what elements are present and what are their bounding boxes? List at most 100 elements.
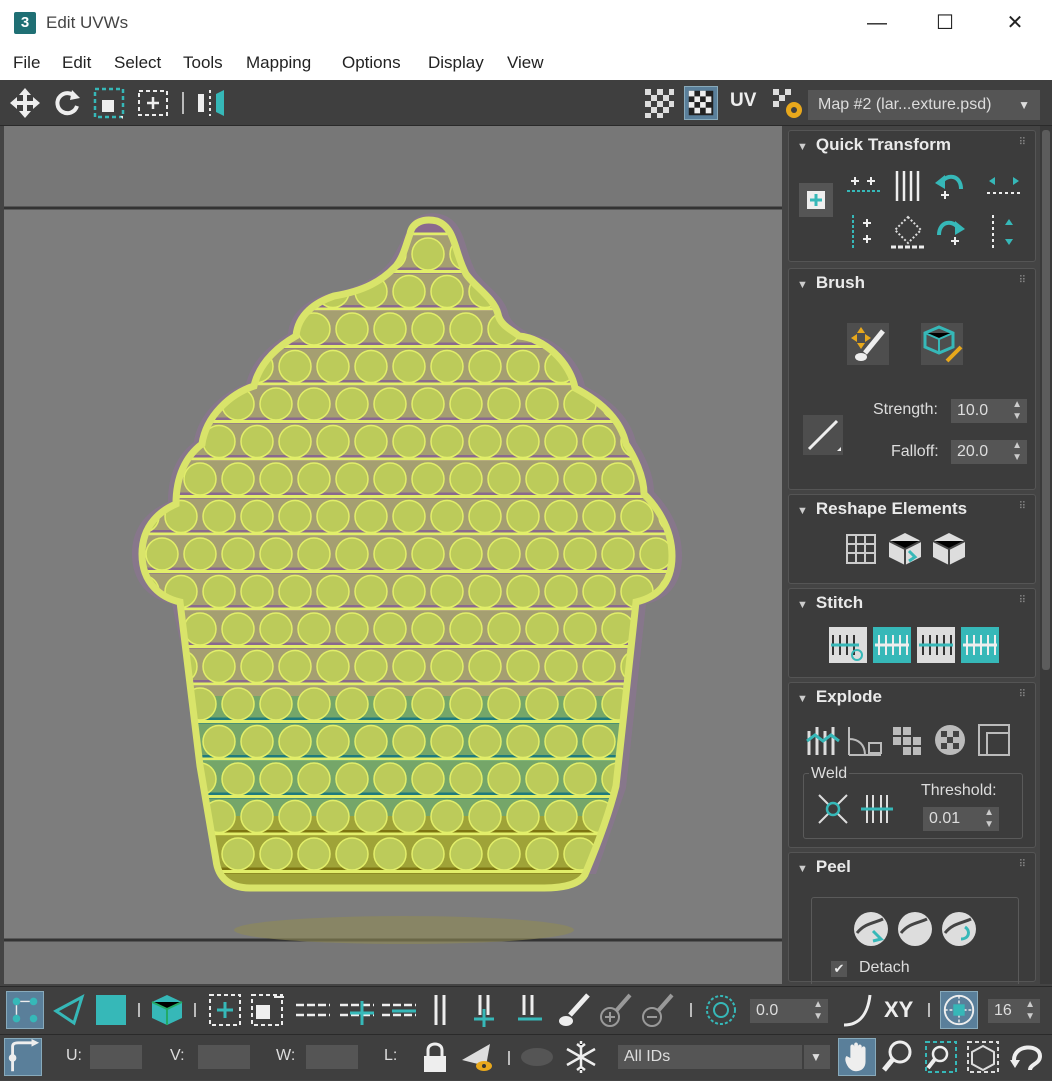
soft-selection-value-field[interactable]: 0.0 ▲ ▼ [750, 999, 828, 1023]
rollout-header[interactable]: ▼ Stitch [797, 593, 863, 613]
ring-shrink-icon[interactable] [514, 991, 552, 1029]
menu-select[interactable]: Select [114, 53, 161, 73]
align-top-icon[interactable] [985, 167, 1023, 205]
flatten-by-polygon-icon[interactable] [889, 721, 929, 759]
w-coordinate-field[interactable] [306, 1045, 358, 1069]
menu-display[interactable]: Display [428, 53, 484, 73]
hide-icon[interactable] [460, 1038, 498, 1076]
checker-toggle-icon[interactable] [642, 86, 676, 120]
straighten-selection-icon[interactable] [841, 529, 881, 569]
shrink-selection-icon[interactable] [248, 991, 286, 1029]
u-coordinate-field[interactable] [90, 1045, 142, 1069]
falloff-space-xy-button[interactable]: XY [884, 997, 913, 1023]
grip-icon[interactable]: ⠿ [1019, 275, 1027, 286]
menu-options[interactable]: Options [342, 53, 401, 73]
uv-editor-viewport[interactable] [4, 126, 782, 984]
polygon-mode-icon[interactable] [92, 991, 130, 1029]
zoom-icon[interactable] [880, 1038, 918, 1076]
close-button[interactable]: ✕ [992, 8, 1038, 38]
break-icon[interactable] [803, 721, 843, 759]
scale-icon[interactable] [92, 86, 126, 120]
detach-checkbox[interactable]: ✔ [831, 961, 847, 977]
brush-falloff-icon[interactable] [803, 415, 843, 455]
absolute-offset-icon[interactable] [4, 1038, 42, 1076]
zoom-region-icon[interactable] [922, 1038, 960, 1076]
menu-file[interactable]: File [13, 53, 40, 73]
loop-shrink-icon[interactable] [380, 991, 418, 1029]
rotate-ccw-icon[interactable] [931, 167, 969, 205]
flatten-by-angle-icon[interactable] [845, 721, 885, 759]
lock-icon[interactable] [416, 1038, 454, 1076]
grid-size-field[interactable]: 16 ▲ ▼ [988, 999, 1040, 1023]
edge-mode-icon[interactable] [50, 991, 88, 1029]
quick-peel-icon[interactable] [851, 909, 891, 949]
menu-edit[interactable]: Edit [62, 53, 91, 73]
maximize-button[interactable]: ☐ [922, 8, 968, 38]
weld-target-icon[interactable] [859, 791, 895, 827]
space-vertical-icon[interactable] [889, 167, 927, 205]
show-map-icon[interactable] [684, 86, 718, 120]
menu-tools[interactable]: Tools [183, 53, 223, 73]
texture-settings-icon[interactable] [770, 86, 804, 120]
rollout-header[interactable]: ▼ Quick Transform [797, 135, 951, 155]
freeze-hidden-icon[interactable] [518, 1038, 556, 1076]
threshold-spinner[interactable]: 0.01 ▲ ▼ [923, 807, 999, 831]
spinner-arrows-icon[interactable]: ▲ ▼ [1012, 440, 1022, 464]
spinner-arrows-icon[interactable]: ▲ ▼ [813, 999, 823, 1023]
element-mode-icon[interactable] [148, 991, 186, 1029]
paint-move-brush-icon[interactable] [847, 323, 889, 365]
menu-mapping[interactable]: Mapping [246, 53, 311, 73]
flatten-by-material-icon[interactable] [931, 721, 971, 759]
peel-mode-icon[interactable] [895, 909, 935, 949]
pivot-icon[interactable] [799, 183, 833, 217]
rotate-icon[interactable] [50, 86, 84, 120]
ring-selection-icon[interactable] [424, 991, 462, 1029]
menu-view[interactable]: View [507, 53, 544, 73]
move-icon[interactable] [8, 86, 42, 120]
id-filter-dropdown-arrow[interactable]: ▼ [804, 1045, 830, 1069]
grip-icon[interactable]: ⠿ [1019, 689, 1027, 700]
mirror-icon[interactable] [194, 86, 228, 120]
spinner-arrows-icon[interactable]: ▲ ▼ [984, 807, 994, 831]
spinner-arrows-icon[interactable]: ▲ ▼ [1012, 399, 1022, 423]
paint-select-icon[interactable] [556, 991, 594, 1029]
stitch-to-target-icon[interactable] [873, 627, 911, 663]
vertex-mode-icon[interactable] [6, 991, 44, 1029]
rollout-header[interactable]: ▼ Explode [797, 687, 882, 707]
straighten-icon[interactable] [889, 213, 927, 251]
falloff-spinner[interactable]: 20.0 ▲ ▼ [951, 440, 1027, 464]
stitch-custom-icon[interactable] [829, 627, 867, 663]
snap-grid-icon[interactable] [940, 991, 978, 1029]
ring-grow-icon[interactable] [470, 991, 508, 1029]
grow-selection-icon[interactable] [206, 991, 244, 1029]
reset-peel-icon[interactable] [939, 909, 979, 949]
spinner-arrows-icon[interactable]: ▲ ▼ [1025, 999, 1035, 1023]
soft-selection-icon[interactable] [702, 991, 740, 1029]
pixel-snap-icon[interactable] [1008, 1038, 1046, 1076]
grip-icon[interactable]: ⠿ [1019, 859, 1027, 870]
align-horizontal-icon[interactable] [845, 167, 883, 205]
stitch-average-icon[interactable] [917, 627, 955, 663]
panel-scrollbar-thumb[interactable] [1042, 130, 1050, 670]
rollout-header[interactable]: ▼ Peel [797, 857, 851, 877]
align-vertical-icon[interactable] [845, 213, 883, 251]
falloff-type-icon[interactable] [838, 991, 876, 1029]
freeform-icon[interactable] [136, 86, 170, 120]
align-left-icon[interactable] [985, 213, 1023, 251]
relax-brush-icon[interactable] [921, 323, 963, 365]
uv-space-label[interactable]: UV [730, 90, 756, 112]
minimize-button[interactable]: — [854, 8, 900, 38]
pan-hand-icon[interactable] [838, 1038, 876, 1076]
stitch-to-source-icon[interactable] [961, 627, 999, 663]
rollout-header[interactable]: ▼ Brush [797, 273, 865, 293]
strength-spinner[interactable]: 10.0 ▲ ▼ [951, 399, 1027, 423]
paint-select-grow-icon[interactable] [598, 991, 636, 1029]
rotate-cw-icon[interactable] [931, 213, 969, 251]
flatten-by-smoothing-icon[interactable] [975, 721, 1015, 759]
grip-icon[interactable]: ⠿ [1019, 501, 1027, 512]
uv-canvas[interactable] [4, 126, 782, 984]
zoom-extents-icon[interactable] [964, 1038, 1002, 1076]
rollout-header[interactable]: ▼ Reshape Elements [797, 499, 967, 519]
paint-select-shrink-icon[interactable] [640, 991, 678, 1029]
map-selector-dropdown[interactable]: Map #2 (lar...exture.psd) ▼ [808, 90, 1040, 120]
